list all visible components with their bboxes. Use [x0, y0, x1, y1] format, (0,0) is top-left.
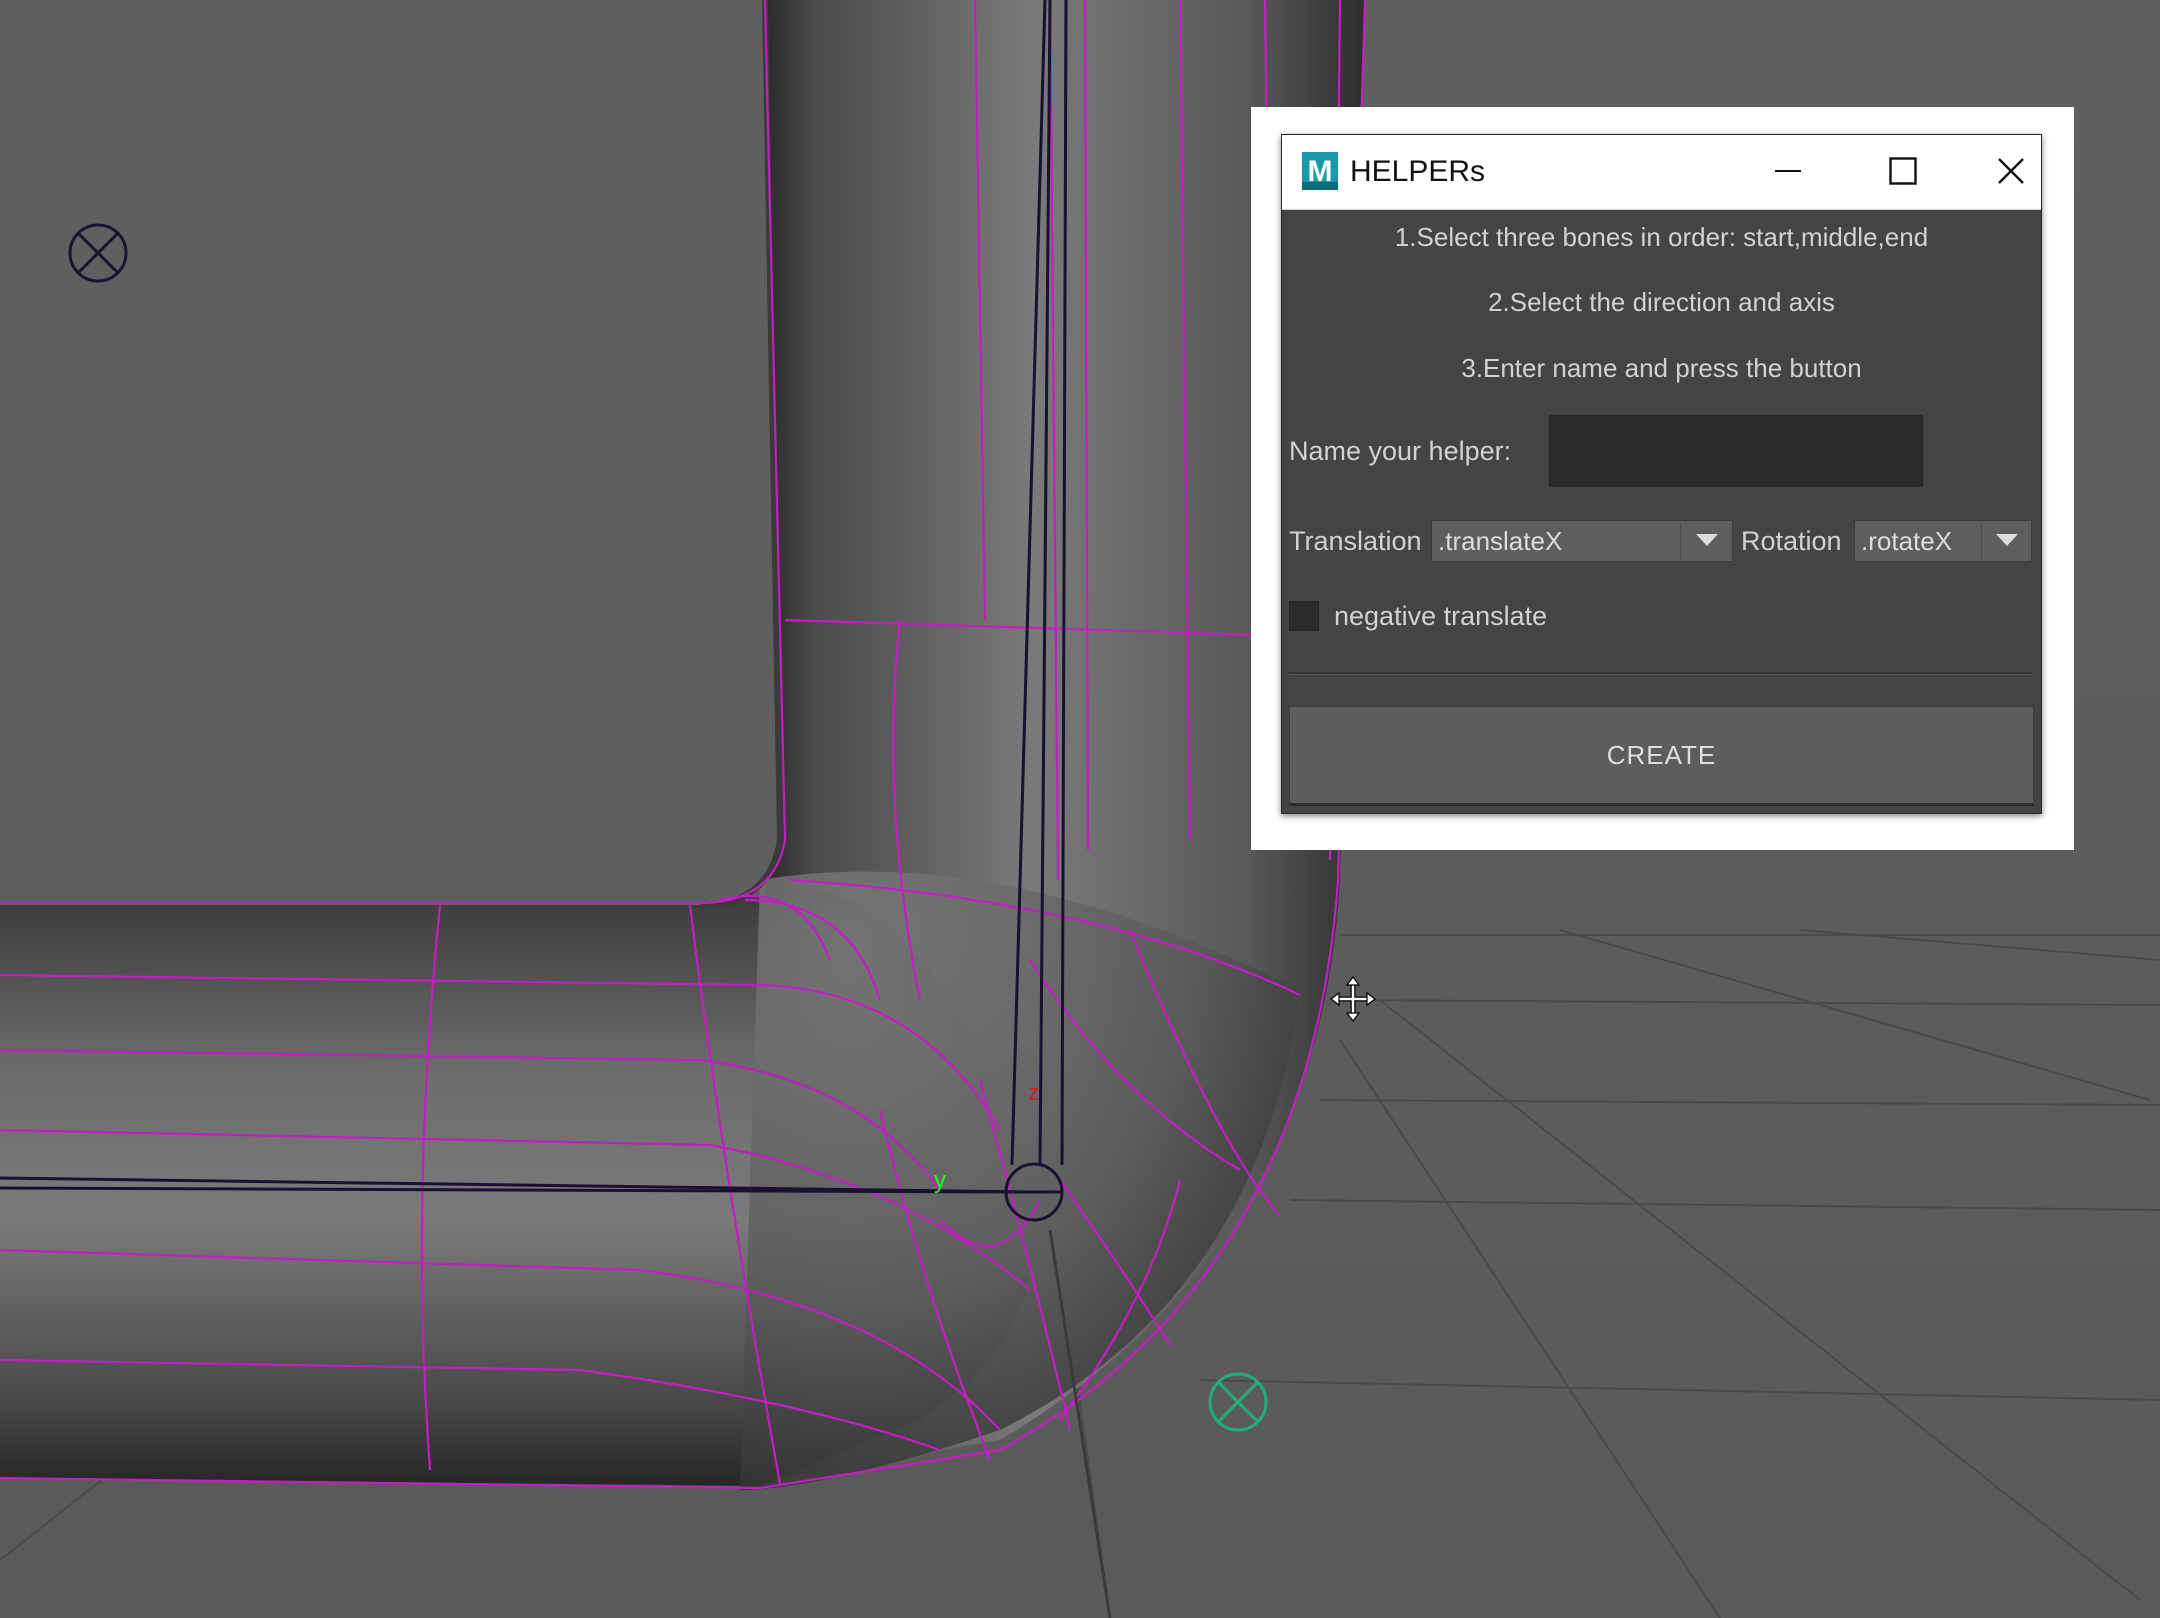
close-icon: [1998, 158, 2024, 184]
chevron-down-icon[interactable]: [1985, 521, 2029, 561]
minimize-button[interactable]: [1748, 143, 1828, 199]
instruction-step-1: 1.Select three bones in order: start,mid…: [1394, 222, 1929, 252]
rotation-dropdown[interactable]: .rotateX: [1854, 520, 2032, 562]
negative-translate-checkbox[interactable]: [1289, 601, 1319, 631]
helper-name-input[interactable]: [1549, 415, 1923, 487]
create-button-label: CREATE: [1606, 739, 1717, 770]
instruction-step-2: 2.Select the direction and axis: [1488, 287, 1835, 317]
translation-dropdown[interactable]: .translateX: [1431, 520, 1733, 562]
minimize-icon: [1775, 170, 1801, 172]
instruction-step-3: 3.Enter name and press the button: [1461, 353, 1862, 383]
negative-translate-label: negative translate: [1334, 601, 1548, 631]
axis-y-label: y: [934, 1167, 946, 1194]
close-button[interactable]: [1981, 143, 2041, 199]
rotation-value: .rotateX: [1861, 526, 1953, 556]
svg-text:M: M: [1308, 155, 1333, 188]
maximize-icon: [1889, 157, 1917, 185]
create-button[interactable]: CREATE: [1289, 706, 2034, 806]
chevron-down-icon[interactable]: [1685, 521, 1729, 561]
window-title: HELPERs: [1350, 155, 1486, 188]
name-label: Name your helper:: [1289, 436, 1512, 466]
axis-z-label: z: [1028, 1080, 1039, 1105]
helpers-dialog: M HELPERs 1.Select three bones in order:…: [1281, 134, 2042, 814]
move-cursor-icon: [1330, 976, 1376, 1022]
divider: [1289, 672, 2033, 675]
maximize-button[interactable]: [1863, 143, 1943, 199]
rotation-label: Rotation: [1741, 526, 1842, 556]
translation-label: Translation: [1289, 526, 1422, 556]
translation-value: .translateX: [1438, 526, 1563, 556]
maya-logo-icon: M: [1302, 152, 1338, 190]
title-bar[interactable]: M HELPERs: [1282, 135, 2041, 210]
